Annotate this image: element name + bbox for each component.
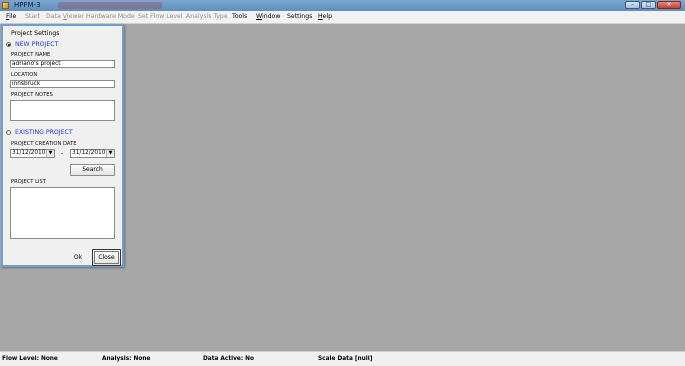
menu-bar: File Start Data Viewer Hardware Mode Set…: [0, 11, 685, 24]
new-project-radio[interactable]: [6, 42, 11, 47]
menu-data-viewer[interactable]: Data Viewer: [46, 13, 84, 20]
menu-tools[interactable]: Tools: [232, 13, 247, 20]
creation-date-label: PROJECT CREATION DATE: [11, 141, 77, 147]
status-data-active: Data Active: No: [203, 356, 254, 362]
project-name-label: PROJECT NAME: [11, 52, 51, 58]
maximize-icon[interactable]: □: [641, 1, 656, 9]
window-controls: – □ ✕: [625, 1, 681, 9]
project-list-label: PROJECT LIST: [11, 179, 46, 185]
chevron-down-icon[interactable]: ▼: [46, 150, 54, 157]
ok-button[interactable]: Ok: [64, 251, 92, 265]
date-to-select[interactable]: 31/12/2010 ▼: [70, 149, 115, 158]
menu-window[interactable]: Window: [256, 13, 280, 20]
menu-hardware-mode[interactable]: Hardware Mode: [86, 13, 135, 20]
location-input[interactable]: innsbruck: [10, 80, 115, 88]
close-button[interactable]: Close: [92, 249, 121, 266]
date-from-select[interactable]: 31/12/2010 ▼: [10, 149, 55, 158]
location-label: LOCATION: [11, 72, 38, 78]
minimize-icon[interactable]: –: [625, 1, 640, 9]
date-from-value: 31/12/2010: [12, 150, 46, 156]
project-notes-textarea[interactable]: [10, 100, 115, 121]
app-icon: [2, 2, 9, 9]
search-button[interactable]: Search: [70, 164, 115, 176]
menu-file[interactable]: File: [6, 13, 16, 20]
menu-help[interactable]: Help: [318, 13, 332, 20]
date-separator: -: [61, 150, 64, 157]
menu-settings[interactable]: Settings: [287, 13, 312, 20]
status-bar: Flow Level: None Analysis: None Data Act…: [0, 351, 685, 366]
window-title: HPFM-3: [14, 1, 41, 9]
date-to-value: 31/12/2010: [72, 150, 106, 156]
menu-analysis-type[interactable]: Analysis Type: [186, 13, 228, 20]
chevron-down-icon[interactable]: ▼: [106, 150, 114, 157]
menu-set-flow-level[interactable]: Set Flow Level: [138, 13, 183, 20]
project-name-input[interactable]: adriano's project: [10, 60, 115, 68]
status-analysis: Analysis: None: [102, 356, 151, 362]
existing-project-label[interactable]: EXISTING PROJECT: [15, 129, 73, 136]
project-list[interactable]: [10, 187, 115, 239]
status-scale-data: Scale Data [null]: [318, 356, 373, 362]
close-icon[interactable]: ✕: [657, 1, 681, 9]
project-notes-label: PROJECT NOTES: [11, 92, 53, 98]
existing-project-radio[interactable]: [6, 130, 11, 135]
new-project-label[interactable]: NEW PROJECT: [15, 41, 58, 48]
dialog-title: Project Settings: [11, 30, 60, 37]
status-flow-level: Flow Level: None: [2, 356, 58, 362]
title-redaction: [58, 2, 162, 9]
menu-start[interactable]: Start: [25, 13, 40, 20]
project-settings-dialog: Project Settings NEW PROJECT PROJECT NAM…: [1, 24, 124, 267]
